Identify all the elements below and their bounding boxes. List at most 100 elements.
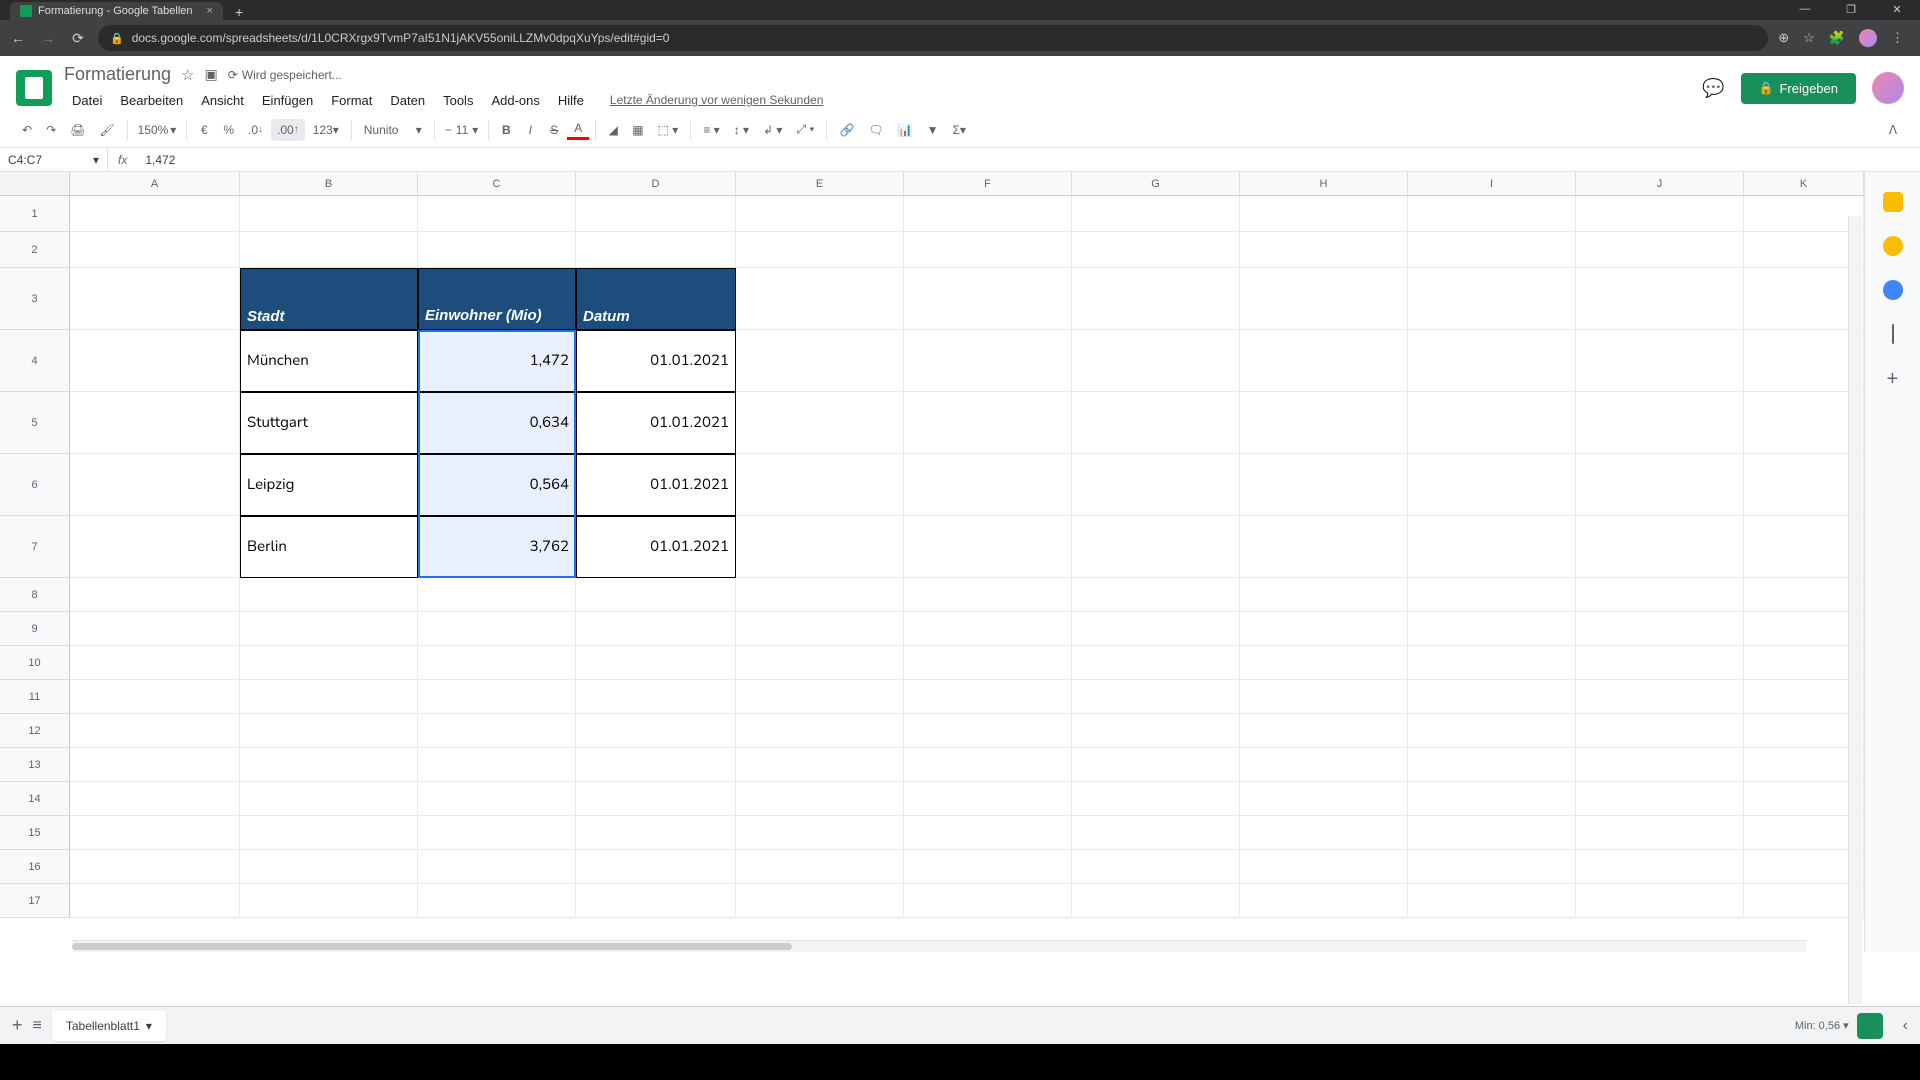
profile-avatar[interactable]	[1859, 29, 1877, 47]
cell-J2[interactable]	[1576, 232, 1744, 268]
row-header-15[interactable]: 15	[0, 816, 69, 850]
row-header-10[interactable]: 10	[0, 646, 69, 680]
cell-A17[interactable]	[70, 884, 240, 918]
cell-G15[interactable]	[1072, 816, 1240, 850]
functions-button[interactable]: Σ ▾	[946, 119, 971, 141]
sheet-menu-icon[interactable]: ▾	[146, 1019, 152, 1033]
cell-D17[interactable]	[576, 884, 736, 918]
cell-J5[interactable]	[1576, 392, 1744, 454]
vertical-scrollbar[interactable]	[1848, 216, 1862, 1004]
cell-D1[interactable]	[576, 196, 736, 232]
star-icon[interactable]: ☆	[1803, 30, 1815, 46]
column-header-C[interactable]: C	[418, 172, 576, 195]
cell-H2[interactable]	[1240, 232, 1408, 268]
cell-I10[interactable]	[1408, 646, 1576, 680]
cell-I9[interactable]	[1408, 612, 1576, 646]
cell-G6[interactable]	[1072, 454, 1240, 516]
italic-button[interactable]: I	[519, 119, 541, 141]
cell-I13[interactable]	[1408, 748, 1576, 782]
browser-tab[interactable]: Formatierung - Google Tabellen ×	[10, 2, 223, 20]
cell-E1[interactable]	[736, 196, 904, 232]
number-format-button[interactable]: 123 ▾	[307, 119, 345, 141]
cell-J1[interactable]	[1576, 196, 1744, 232]
undo-button[interactable]: ↶	[16, 119, 38, 141]
cell-E9[interactable]	[736, 612, 904, 646]
cell-C7[interactable]: 3,762	[418, 516, 576, 578]
cell-G10[interactable]	[1072, 646, 1240, 680]
cell-E4[interactable]	[736, 330, 904, 392]
currency-button[interactable]: €	[193, 119, 215, 141]
menu-format[interactable]: Format	[323, 89, 380, 112]
cell-H16[interactable]	[1240, 850, 1408, 884]
row-header-9[interactable]: 9	[0, 612, 69, 646]
cell-F15[interactable]	[904, 816, 1072, 850]
cell-H8[interactable]	[1240, 578, 1408, 612]
cell-E15[interactable]	[736, 816, 904, 850]
cell-K10[interactable]	[1744, 646, 1864, 680]
cell-D13[interactable]	[576, 748, 736, 782]
cell-G14[interactable]	[1072, 782, 1240, 816]
zoom-icon[interactable]: ⊕	[1778, 30, 1789, 46]
add-addon-button[interactable]: +	[1887, 368, 1899, 391]
cell-A11[interactable]	[70, 680, 240, 714]
cell-H15[interactable]	[1240, 816, 1408, 850]
cell-D6[interactable]: 01.01.2021	[576, 454, 736, 516]
cell-E5[interactable]	[736, 392, 904, 454]
cell-B3[interactable]: Stadt	[240, 268, 418, 330]
cell-I11[interactable]	[1408, 680, 1576, 714]
column-header-J[interactable]: J	[1576, 172, 1744, 195]
horizontal-scrollbar[interactable]	[72, 940, 1806, 952]
sheets-logo-icon[interactable]	[16, 70, 52, 106]
menu-icon[interactable]: ⋮	[1891, 30, 1904, 46]
menu-daten[interactable]: Daten	[382, 89, 433, 112]
cell-B17[interactable]	[240, 884, 418, 918]
cell-A3[interactable]	[70, 268, 240, 330]
row-header-8[interactable]: 8	[0, 578, 69, 612]
cell-G17[interactable]	[1072, 884, 1240, 918]
new-tab-button[interactable]: +	[235, 4, 243, 20]
cell-C2[interactable]	[418, 232, 576, 268]
cell-I8[interactable]	[1408, 578, 1576, 612]
cell-A4[interactable]	[70, 330, 240, 392]
cell-F11[interactable]	[904, 680, 1072, 714]
tasks-icon[interactable]	[1883, 280, 1903, 300]
column-header-D[interactable]: D	[576, 172, 736, 195]
account-avatar[interactable]	[1872, 72, 1904, 104]
cell-D10[interactable]	[576, 646, 736, 680]
cell-I12[interactable]	[1408, 714, 1576, 748]
cell-J16[interactable]	[1576, 850, 1744, 884]
menu-tools[interactable]: Tools	[435, 89, 481, 112]
row-header-17[interactable]: 17	[0, 884, 69, 918]
cell-G7[interactable]	[1072, 516, 1240, 578]
cell-B1[interactable]	[240, 196, 418, 232]
redo-button[interactable]: ↷	[40, 119, 62, 141]
row-header-3[interactable]: 3	[0, 268, 69, 330]
cell-I14[interactable]	[1408, 782, 1576, 816]
text-color-button[interactable]: A	[567, 119, 589, 140]
borders-button[interactable]: ▦	[626, 119, 649, 141]
cell-F4[interactable]	[904, 330, 1072, 392]
cell-K12[interactable]	[1744, 714, 1864, 748]
cell-K1[interactable]	[1744, 196, 1864, 232]
cell-B5[interactable]: Stuttgart	[240, 392, 418, 454]
cell-C5[interactable]: 0,634	[418, 392, 576, 454]
close-icon[interactable]: ×	[207, 5, 213, 17]
cell-F7[interactable]	[904, 516, 1072, 578]
cell-C1[interactable]	[418, 196, 576, 232]
bold-button[interactable]: B	[495, 119, 517, 141]
row-header-14[interactable]: 14	[0, 782, 69, 816]
merge-button[interactable]: ⬚ ▾	[652, 119, 685, 141]
cell-B12[interactable]	[240, 714, 418, 748]
comments-icon[interactable]: 💬	[1702, 78, 1724, 99]
cell-F14[interactable]	[904, 782, 1072, 816]
cell-A10[interactable]	[70, 646, 240, 680]
column-header-E[interactable]: E	[736, 172, 904, 195]
name-box[interactable]: C4:C7▾	[0, 148, 108, 171]
cell-K17[interactable]	[1744, 884, 1864, 918]
cell-J15[interactable]	[1576, 816, 1744, 850]
cell-J4[interactable]	[1576, 330, 1744, 392]
cell-E8[interactable]	[736, 578, 904, 612]
cell-D16[interactable]	[576, 850, 736, 884]
cell-H9[interactable]	[1240, 612, 1408, 646]
column-header-I[interactable]: I	[1408, 172, 1576, 195]
